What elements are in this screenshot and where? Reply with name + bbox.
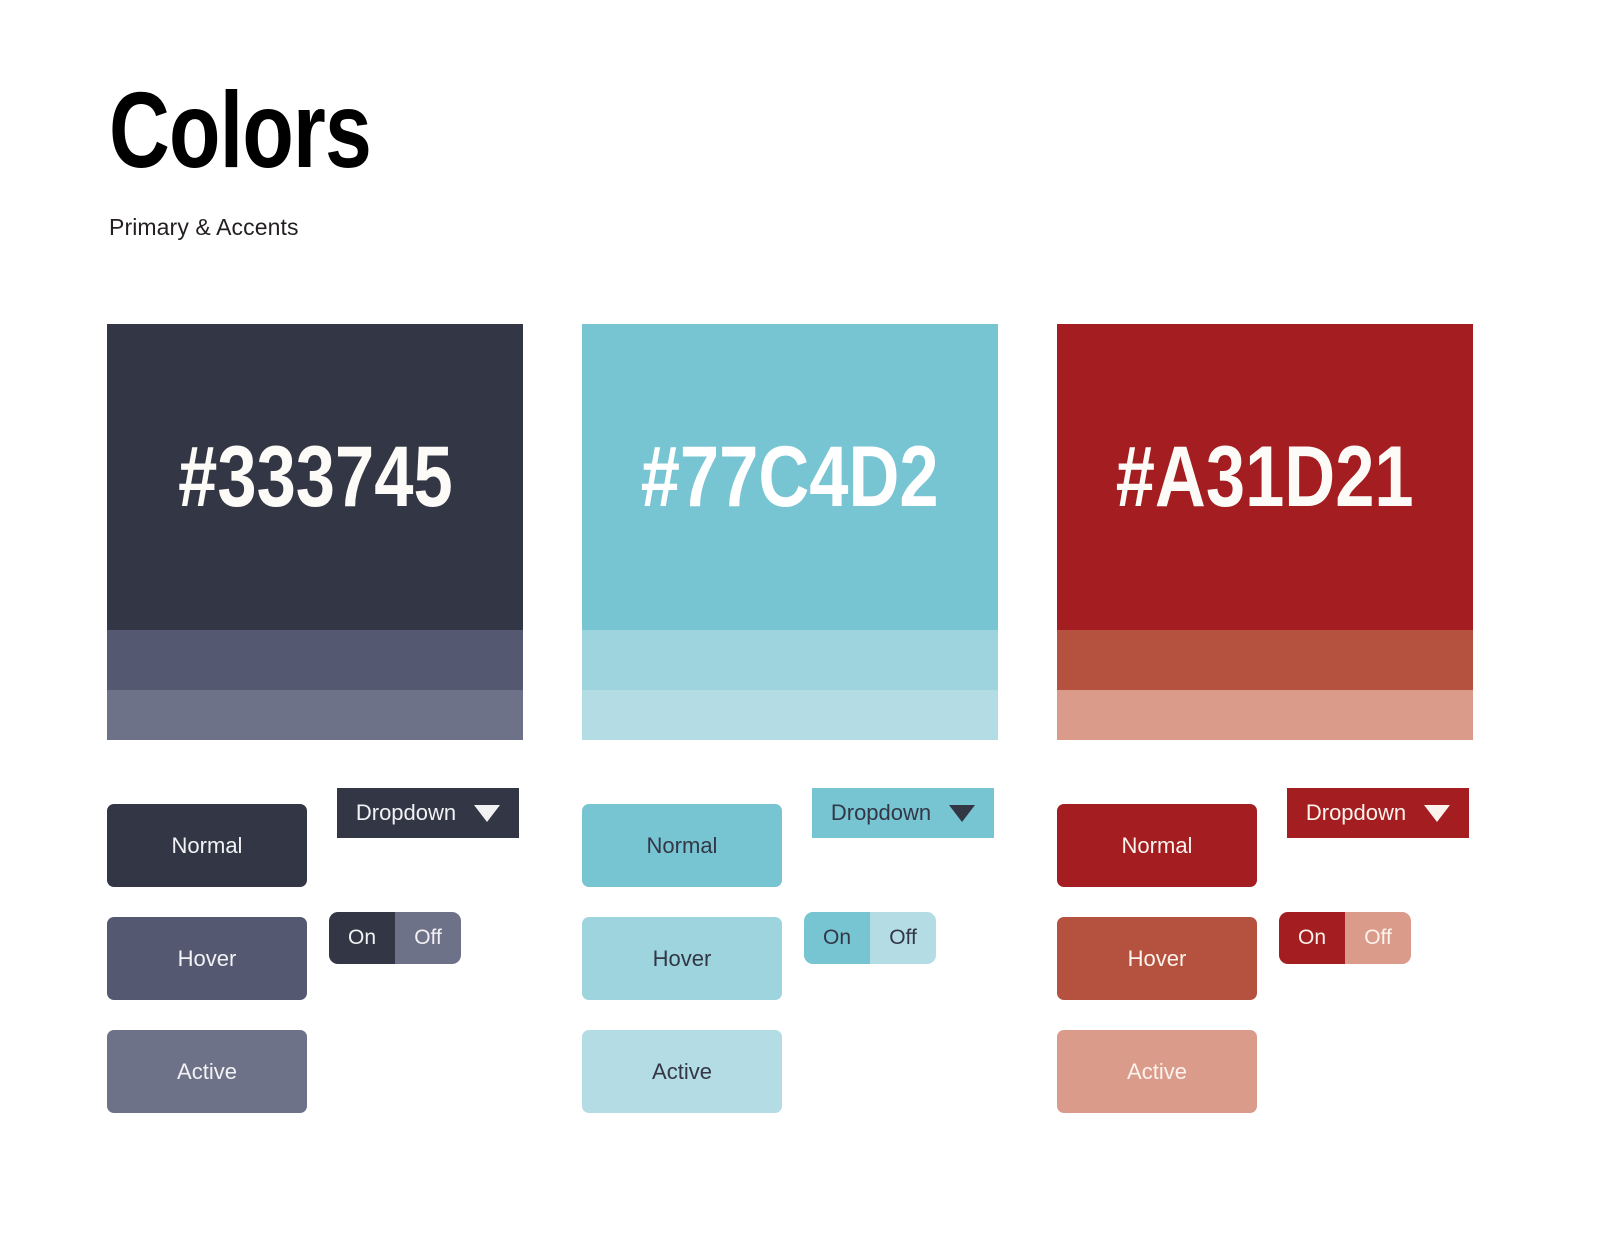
hover-button[interactable]: Hover: [1057, 917, 1257, 1000]
normal-button[interactable]: Normal: [107, 804, 307, 887]
active-button[interactable]: Active: [107, 1030, 307, 1113]
swatch-hex-label: #77C4D2: [641, 429, 939, 525]
swatch-hover-band: [582, 630, 998, 690]
swatch-base-block: #A31D21: [1057, 324, 1473, 630]
toggle-on-half[interactable]: On: [804, 912, 870, 964]
color-swatch: #A31D21: [1057, 324, 1473, 740]
swatch-active-band: [1057, 690, 1473, 740]
dropdown-label: Dropdown: [1305, 800, 1407, 825]
palette-column-accent-teal: #77C4D2 Normal Hover Active Dropdown On …: [582, 324, 998, 1144]
active-button[interactable]: Active: [582, 1030, 782, 1113]
toggle-off-half[interactable]: Off: [870, 912, 936, 964]
on-off-toggle[interactable]: On Off: [1279, 912, 1411, 964]
toggle-on-half[interactable]: On: [329, 912, 395, 964]
page-subtitle: Primary & Accents: [109, 214, 299, 240]
color-swatch: #333745: [107, 324, 523, 740]
swatch-base-block: #333745: [107, 324, 523, 630]
color-style-guide-page: Colors Primary & Accents #333745 Normal …: [0, 0, 1600, 1236]
swatch-base-block: #77C4D2: [582, 324, 998, 630]
swatch-hex-label: #A31D21: [1116, 429, 1414, 525]
toggle-off-half[interactable]: Off: [395, 912, 461, 964]
toggle-off-half[interactable]: Off: [1345, 912, 1411, 964]
chevron-down-icon: [949, 804, 976, 822]
dropdown-label: Dropdown: [830, 800, 932, 825]
hover-button[interactable]: Hover: [107, 917, 307, 1000]
on-off-toggle[interactable]: On Off: [329, 912, 461, 964]
dropdown-button[interactable]: Dropdown: [1287, 788, 1469, 838]
palette-column-primary-dark: #333745 Normal Hover Active Dropdown On …: [107, 324, 523, 1144]
page-title: Colors: [109, 69, 372, 190]
chevron-down-icon: [474, 804, 501, 822]
palette-column-accent-red: #A31D21 Normal Hover Active Dropdown On …: [1057, 324, 1473, 1144]
normal-button[interactable]: Normal: [1057, 804, 1257, 887]
dropdown-label: Dropdown: [355, 800, 457, 825]
component-samples: Normal Hover Active Dropdown On Off: [107, 788, 523, 1144]
swatch-hover-band: [107, 630, 523, 690]
swatch-hover-band: [1057, 630, 1473, 690]
active-button[interactable]: Active: [1057, 1030, 1257, 1113]
component-samples: Normal Hover Active Dropdown On Off: [582, 788, 998, 1144]
swatch-active-band: [107, 690, 523, 740]
normal-button[interactable]: Normal: [582, 804, 782, 887]
chevron-down-icon: [1424, 804, 1451, 822]
component-samples: Normal Hover Active Dropdown On Off: [1057, 788, 1473, 1144]
hover-button[interactable]: Hover: [582, 917, 782, 1000]
color-swatch: #77C4D2: [582, 324, 998, 740]
dropdown-button[interactable]: Dropdown: [812, 788, 994, 838]
dropdown-button[interactable]: Dropdown: [337, 788, 519, 838]
header: Colors Primary & Accents: [109, 69, 445, 241]
toggle-on-half[interactable]: On: [1279, 912, 1345, 964]
swatch-hex-label: #333745: [177, 429, 453, 525]
swatch-active-band: [582, 690, 998, 740]
on-off-toggle[interactable]: On Off: [804, 912, 936, 964]
